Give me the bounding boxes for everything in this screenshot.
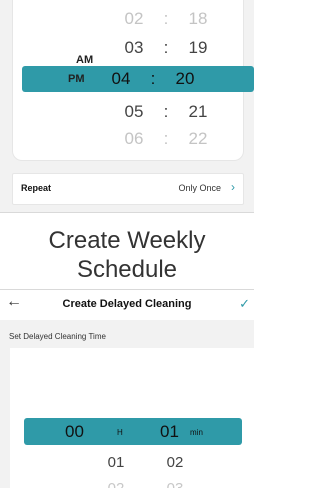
- page-title: Create Delayed Cleaning: [62, 298, 192, 310]
- pm-option[interactable]: PM: [68, 73, 85, 85]
- duration-row-selected[interactable]: 00 H 01 min: [24, 418, 242, 445]
- hour-value: 05: [124, 102, 144, 121]
- hour-value: 02: [124, 9, 144, 28]
- time-row[interactable]: 06 : 22: [13, 126, 243, 152]
- time-colon: :: [150, 69, 156, 88]
- repeat-value: Only Once: [178, 183, 221, 193]
- chevron-right-icon: ›: [231, 180, 235, 194]
- header: ← Create Delayed Cleaning ✓: [0, 290, 254, 320]
- time-row[interactable]: 03 : 19: [13, 35, 243, 61]
- subheading: Set Delayed Cleaning Time: [9, 332, 106, 341]
- time-colon: :: [163, 38, 169, 57]
- time-row[interactable]: 02 : 18: [13, 6, 243, 32]
- caption-line: Create Weekly: [48, 227, 206, 254]
- am-option[interactable]: AM: [76, 54, 93, 66]
- hour-value: 03: [124, 38, 144, 57]
- minute-value: 22: [188, 129, 208, 148]
- minute-value: 20: [175, 69, 195, 88]
- hour-value: 04: [111, 69, 131, 88]
- bottom-screen: ← Create Delayed Cleaning ✓ Set Delayed …: [0, 289, 254, 488]
- hours-unit: H: [117, 428, 123, 437]
- time-colon: :: [163, 102, 169, 121]
- time-colon: :: [163, 129, 169, 148]
- top-screen: 02 : 18 03 : 19 AM 05 : 21 06 : 22 PM 04…: [0, 0, 254, 213]
- caption-line: Schedule: [76, 256, 178, 283]
- repeat-label: Repeat: [21, 183, 52, 193]
- hours-value: 01: [107, 454, 125, 471]
- minute-value: 18: [188, 9, 208, 28]
- hours-value: 00: [65, 422, 84, 441]
- caption: Create Weekly Schedule: [0, 226, 254, 284]
- duration-row[interactable]: 01 02: [0, 454, 254, 478]
- checkmark-icon[interactable]: ✓: [239, 296, 250, 312]
- minute-value: 19: [188, 38, 208, 57]
- hour-value: 06: [124, 129, 144, 148]
- minutes-value: 01: [160, 422, 179, 441]
- time-colon: :: [163, 9, 169, 28]
- minute-value: 21: [188, 102, 208, 121]
- time-row-selected[interactable]: PM 04 : 20: [22, 66, 254, 92]
- minutes-value: 02: [166, 454, 184, 471]
- minutes-unit: min: [190, 428, 203, 437]
- repeat-setting[interactable]: Repeat Only Once ›: [12, 173, 244, 205]
- time-row[interactable]: 05 : 21: [13, 99, 243, 125]
